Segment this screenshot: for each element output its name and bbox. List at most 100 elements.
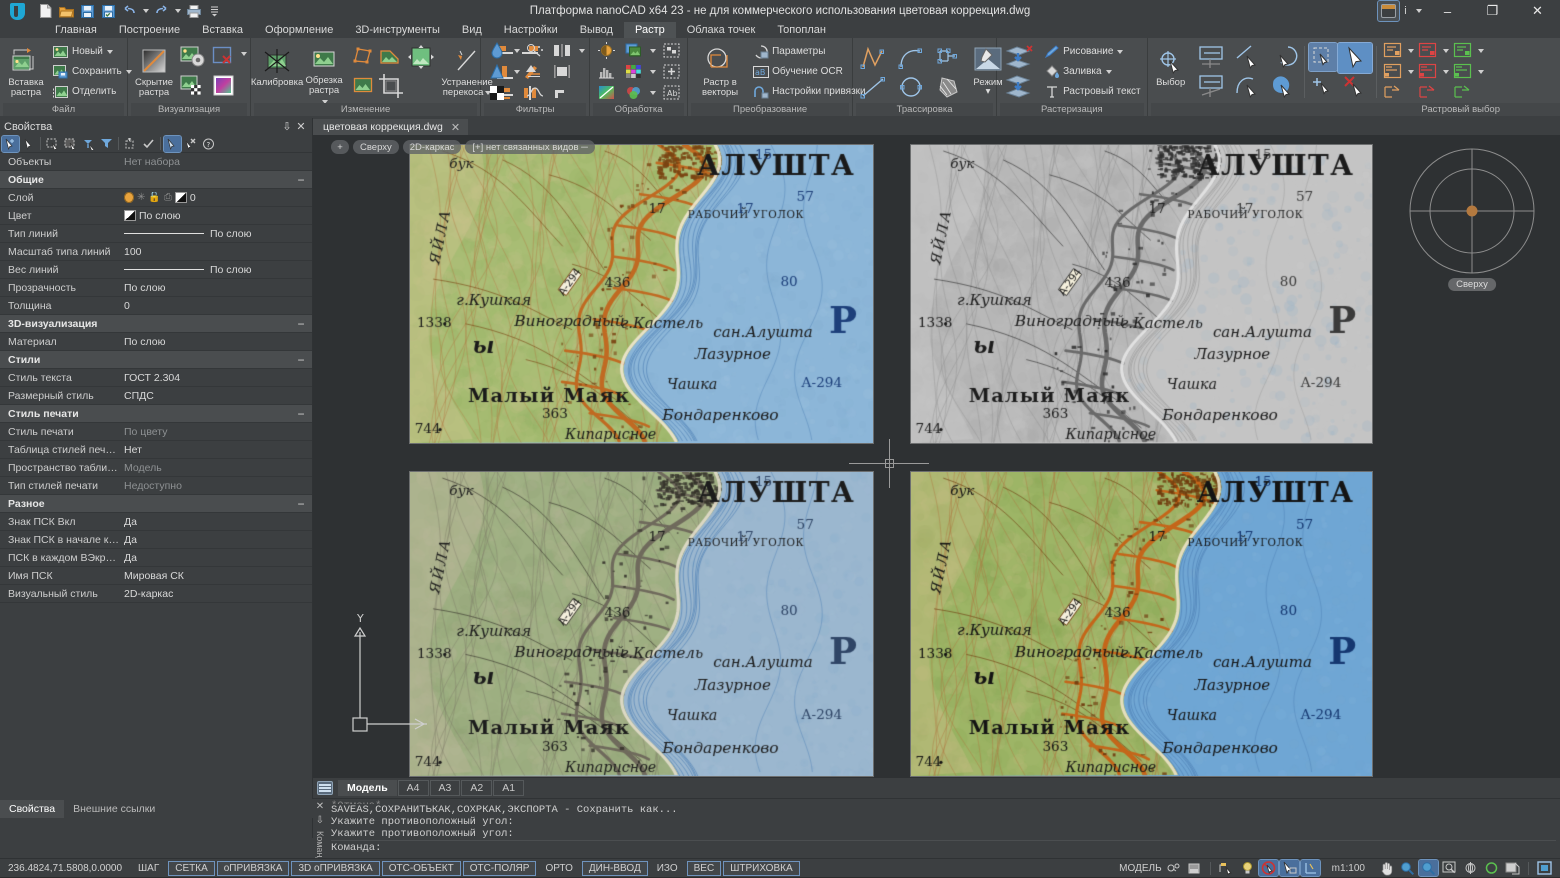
select-similar-icon[interactable]	[122, 136, 139, 152]
raster-insert-region-icon[interactable]	[350, 72, 376, 98]
raster-entity-f-icon[interactable]	[1451, 62, 1475, 82]
ribbon-tab-1[interactable]: Построение	[108, 22, 191, 38]
brightness-contrast-icon[interactable]	[593, 41, 619, 61]
raster-entity-g-icon[interactable]	[1381, 83, 1405, 103]
status-toggle-сетка[interactable]: СЕТКА	[168, 861, 215, 876]
snap-settings-button[interactable]: Настройки привязки	[750, 82, 869, 101]
property-value[interactable]: Нет набора	[120, 156, 312, 168]
zoom-icon[interactable]	[1398, 860, 1417, 876]
annotation-lamp-icon[interactable]	[1238, 860, 1257, 876]
orbit-icon[interactable]	[1461, 860, 1480, 876]
document-tab-close-icon[interactable]: ✕	[451, 121, 460, 134]
rasterize-merge-icon[interactable]	[1000, 72, 1040, 102]
layout-manager-icon[interactable]	[317, 781, 333, 795]
smooth-icon[interactable]	[522, 62, 548, 82]
corner-dropdown-icon[interactable]	[576, 41, 586, 61]
select-by-line-icon[interactable]	[1192, 43, 1230, 73]
property-section-styles[interactable]: Стили−	[0, 351, 312, 369]
select-by-polyline-icon[interactable]	[1192, 72, 1230, 102]
raster-entity-d-icon[interactable]	[1381, 62, 1405, 82]
layer-color-swatch[interactable]	[175, 192, 187, 203]
raster-grayscale[interactable]	[910, 144, 1373, 444]
property-row[interactable]: ЦветПо слою	[0, 207, 312, 225]
deselect-icon[interactable]	[182, 136, 199, 152]
zoom-extents-icon[interactable]	[1440, 860, 1459, 876]
property-section-plot-style[interactable]: Стиль печати−	[0, 405, 312, 423]
add-raster-region-icon[interactable]	[658, 62, 684, 82]
property-value[interactable]: По слою	[120, 210, 312, 222]
fullscreen-icon[interactable]	[1535, 860, 1554, 876]
property-section-misc[interactable]: Разное−	[0, 495, 312, 513]
property-row[interactable]: Знак ПСК ВклДа	[0, 513, 312, 531]
select-remove-icon[interactable]	[1338, 72, 1372, 100]
navigation-cube-label[interactable]: Сверху	[1448, 278, 1496, 291]
ribbon-tab-9[interactable]: Облака точек	[676, 22, 767, 38]
select-blob-pick-icon[interactable]	[1266, 72, 1300, 102]
command-history[interactable]: *Отмена*SAVEAS,СОХРАНИТЬКАК,СОХРКАК,ЭКСП…	[327, 799, 1560, 858]
blur-drop-icon[interactable]	[484, 41, 510, 61]
help-icon[interactable]: ?	[200, 136, 217, 152]
command-pin-icon[interactable]: ⇩	[316, 815, 324, 826]
layout-tab-a1[interactable]: A1	[493, 780, 524, 796]
command-prompt[interactable]: Команда:	[331, 840, 1556, 854]
thinning-icon[interactable]	[522, 83, 548, 103]
property-value[interactable]: По слою	[120, 282, 312, 294]
layer-plot-icon[interactable]: ⎙	[164, 192, 172, 203]
viewport-style-button[interactable]: 2D-каркас	[403, 140, 462, 154]
info-icon[interactable]: i	[1399, 1, 1412, 21]
new-file-icon[interactable]	[36, 2, 55, 21]
status-toggle-шаг[interactable]: ШАГ	[131, 861, 166, 876]
raster-settings-icon[interactable]	[178, 43, 208, 71]
rs-dd1-icon[interactable]	[1406, 41, 1415, 61]
proc-dd1-icon[interactable]	[647, 41, 657, 61]
undo-icon[interactable]	[120, 2, 139, 21]
lock-panel-icon[interactable]	[1185, 860, 1204, 876]
raster-fill-button[interactable]: Заливка	[1041, 62, 1144, 81]
select-arc-pick-icon[interactable]	[1231, 72, 1265, 102]
status-toggle-дин-ввод[interactable]: ДИН-ВВОД	[582, 861, 648, 876]
property-row[interactable]: Таблица стилей печатиНет	[0, 441, 312, 459]
sharpen-cone-icon[interactable]	[484, 62, 510, 82]
property-value[interactable]: СПДС	[120, 390, 312, 402]
property-row[interactable]: Тип линийПо слою	[0, 225, 312, 243]
layout-tab-a3[interactable]: A3	[430, 780, 461, 796]
ribbon-tab-6[interactable]: Настройки	[493, 22, 569, 38]
raster-entity-h-icon[interactable]	[1416, 83, 1440, 103]
trace-hatch-icon[interactable]	[930, 72, 966, 102]
raster-crop-frame-icon[interactable]	[377, 72, 405, 100]
property-row[interactable]: Визуальный стиль2D-каркас	[0, 585, 312, 603]
raster-original-color[interactable]	[409, 144, 874, 444]
rs-dd3-icon[interactable]	[1476, 41, 1485, 61]
property-row[interactable]: ПСК в каждом ВЭкранеДа	[0, 549, 312, 567]
select-window-icon[interactable]	[44, 136, 61, 152]
trace-line-icon[interactable]	[856, 72, 892, 102]
layout-tab-a4[interactable]: A4	[398, 780, 429, 796]
property-row[interactable]: Слой✳🔓⎙0	[0, 189, 312, 207]
raster-corner-icon[interactable]	[377, 43, 403, 69]
close-icon[interactable]: ✕	[294, 120, 308, 133]
color-swatch[interactable]	[124, 210, 136, 221]
document-tab[interactable]: цветовая коррекция.dwg ✕	[313, 119, 468, 135]
open-file-icon[interactable]	[57, 2, 76, 21]
coordinate-readout[interactable]: 236.4824,71.5808,0.0000	[0, 863, 130, 874]
trace-polyline-icon[interactable]	[856, 43, 892, 73]
collapse-icon[interactable]: −	[290, 407, 312, 421]
3d-orbit-green-icon[interactable]	[1482, 860, 1501, 876]
property-row[interactable]: Стиль печатиПо цвету	[0, 423, 312, 441]
trace-arc-icon[interactable]	[893, 43, 929, 73]
property-value[interactable]: 100	[120, 246, 312, 258]
trace-contour-icon[interactable]	[930, 43, 966, 73]
collapse-icon[interactable]: −	[290, 317, 312, 331]
redo-icon[interactable]	[152, 2, 171, 21]
ribbon-tab-4[interactable]: 3D-инструменты	[344, 22, 451, 38]
raster-entity-e-icon[interactable]	[1416, 62, 1440, 82]
property-row[interactable]: Имя ПСКМировая СК	[0, 567, 312, 585]
panel-tab-0[interactable]: Свойства	[0, 800, 64, 818]
invert-checker-icon[interactable]	[484, 83, 510, 103]
ribbon-tab-8[interactable]: Растр	[624, 22, 676, 38]
property-value[interactable]: Модель	[120, 462, 312, 474]
layout-toggle-icon[interactable]	[1378, 1, 1399, 21]
property-value[interactable]: ГОСТ 2.304	[120, 372, 312, 384]
calibration-button[interactable]: Калибровка	[254, 42, 300, 102]
status-toggle-3d-опривязка[interactable]: 3D оПРИВЯЗКА	[291, 861, 379, 876]
